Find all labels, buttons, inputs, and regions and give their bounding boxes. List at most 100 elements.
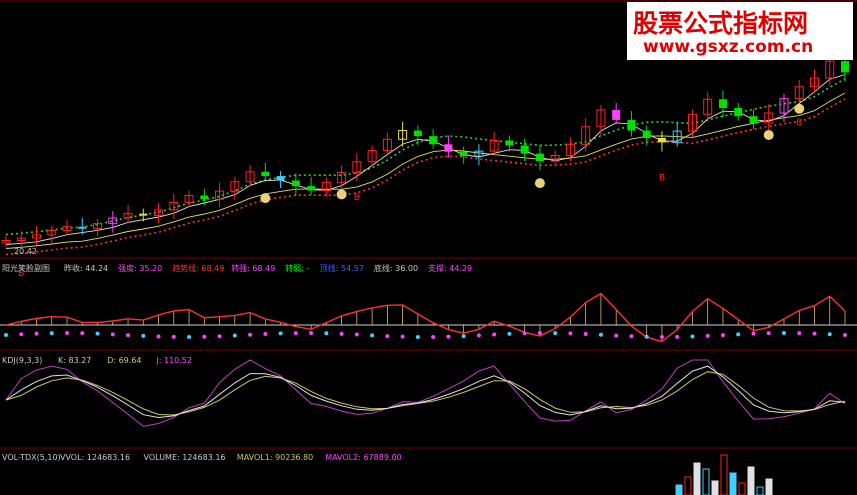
smiley-icon — [794, 103, 805, 114]
support-dot — [629, 334, 634, 339]
support-dot — [339, 331, 344, 336]
support-dot — [537, 331, 542, 336]
candle-body — [291, 180, 300, 187]
candle-body — [718, 99, 727, 108]
kdj-k-line — [5, 365, 846, 419]
support-dot — [415, 334, 420, 339]
support-dot — [843, 333, 847, 338]
support-dot — [4, 333, 8, 337]
volume-bar — [756, 486, 764, 495]
volume-bar — [720, 454, 728, 495]
support-dot — [49, 331, 54, 336]
support-dot — [34, 331, 39, 336]
legend-item: K: 83.27 — [58, 356, 91, 365]
support-dot — [492, 332, 497, 337]
legend-item: D: 69.64 — [107, 356, 141, 365]
legend-item: VOLUME: 124683.16 — [144, 453, 226, 462]
support-dot — [202, 334, 207, 339]
watermark-title: 股票公式指标网 — [633, 9, 809, 38]
candle-body — [444, 144, 453, 152]
legend-item: 转弱: - — [285, 263, 309, 273]
candle-body — [734, 108, 743, 117]
support-dot — [644, 334, 649, 339]
support-dot — [65, 331, 70, 336]
candle-body — [627, 119, 636, 131]
support-dot — [400, 334, 405, 339]
support-dot — [217, 334, 222, 339]
support-dot — [659, 334, 664, 339]
legend-item: 强度: 35.20 — [118, 263, 162, 273]
legend-item: 底线: 36.00 — [374, 263, 418, 273]
support-dot — [553, 331, 558, 336]
support-dot — [141, 333, 146, 338]
chart-area: BBBB 20.42 阳光笑脸副图 昨收: 44.24 强度: 35.20 趋势线:… — [0, 0, 857, 495]
support-dot — [446, 334, 451, 339]
support-dot — [614, 333, 619, 338]
support-dot — [827, 332, 832, 337]
candle-body — [749, 116, 758, 123]
candle-body — [200, 195, 209, 200]
support-dot — [95, 331, 100, 336]
kdj-panel — [5, 359, 846, 427]
volume-panel — [675, 454, 773, 495]
support-dot — [720, 333, 725, 338]
panel-dividers — [0, 0, 857, 449]
volume-bar — [693, 462, 701, 495]
volume-bar — [684, 476, 692, 495]
kdj-j-line — [5, 359, 846, 427]
smiley-icon — [260, 193, 271, 204]
legend-item: 顶线: 54.57 — [320, 263, 364, 273]
volume-bar — [675, 484, 683, 495]
candle-body — [657, 138, 666, 143]
vol-name: VOL-TDX(5,10) — [2, 453, 61, 462]
volume-bar — [711, 480, 719, 495]
support-dot — [354, 332, 359, 337]
candle-body — [459, 151, 468, 157]
candle-body — [276, 176, 285, 181]
buy-marker: B — [659, 173, 665, 183]
volume-bar — [747, 466, 755, 495]
candle-body — [139, 213, 148, 216]
support-dot — [80, 331, 85, 336]
osc-line — [5, 292, 846, 343]
support-dot — [736, 332, 741, 337]
legend-item: MAVOL1: 90236.80 — [237, 453, 313, 462]
indicator-name: 阳光笑脸副图 — [2, 263, 50, 273]
support-dot — [232, 333, 237, 338]
support-dot — [568, 331, 573, 336]
support-dot — [171, 334, 176, 339]
legend-item: 支撑: 44.29 — [428, 263, 472, 273]
candle-body — [429, 136, 438, 145]
legend-item: MAVOL2: 67889.00 — [325, 453, 401, 462]
candle-body — [78, 226, 87, 229]
support-dot — [461, 334, 466, 339]
support-dot — [797, 331, 802, 336]
candle-body — [505, 140, 514, 146]
kdj-d-line — [5, 371, 846, 416]
support-dot — [324, 331, 329, 336]
support-dot — [507, 331, 512, 336]
smiley-icon — [534, 178, 545, 189]
price-label: 20.42 — [14, 247, 37, 256]
support-dot — [187, 334, 192, 339]
volume-bar — [729, 472, 737, 495]
vol-legend: VVOL: 124683.16 VOLUME: 124683.16 MAVOL1: … — [60, 453, 402, 462]
volume-bar — [702, 468, 710, 495]
support-dot — [263, 332, 268, 337]
support-dot — [583, 332, 588, 337]
support-dot — [431, 334, 436, 339]
candle-body — [261, 171, 270, 177]
buy-marker: B — [354, 193, 360, 203]
support-dot — [675, 334, 680, 339]
indicator-legend: 昨收: 44.24 强度: 35.20 趋势线: 68.49 转强: 68.49 转弱:… — [64, 263, 472, 273]
kdj-name: KDJ(9,3,3) — [2, 356, 42, 365]
support-dot — [248, 332, 253, 337]
buy-marker: B — [796, 118, 802, 128]
legend-item: 趋势线: 68.49 — [172, 263, 224, 273]
candle-body — [841, 61, 849, 73]
watermark-url: www.gsxz.com.cn — [643, 37, 814, 57]
candle-body — [535, 153, 544, 162]
support-dot — [278, 331, 283, 336]
watermark-box: 股票公式指标网 www.gsxz.com.cn — [627, 2, 853, 60]
legend-item: J: 110.52 — [155, 356, 192, 365]
